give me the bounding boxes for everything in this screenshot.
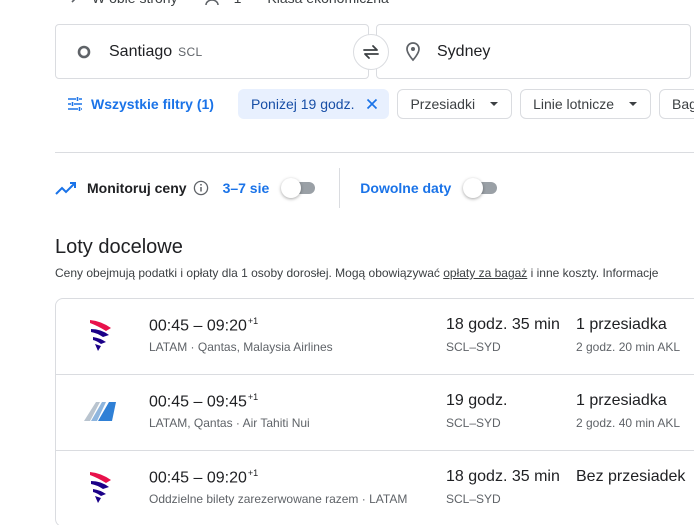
- swap-button[interactable]: [353, 34, 389, 70]
- flight-stops: 1 przesiadka: [576, 316, 667, 333]
- toggle-knob: [281, 178, 302, 198]
- airline-names: Oddzielne bilety zarezerwowane razem · L…: [149, 492, 408, 506]
- arrows-icon: [71, 0, 76, 3]
- subtitle-text: Ceny obejmują podatki i opłaty dla 1 oso…: [55, 266, 440, 280]
- any-dates-label: Dowolne daty: [360, 180, 452, 196]
- air-tahiti-nui-logo-icon: [82, 393, 118, 429]
- flight-route: SCL–SYD: [446, 416, 501, 430]
- latam-logo-icon: [82, 469, 118, 505]
- all-filters-button[interactable]: Wszystkie filtry (1): [67, 96, 214, 112]
- chip-duration-label: Poniżej 19 godz.: [250, 96, 355, 112]
- trending-up-icon: [55, 182, 76, 195]
- destination-input[interactable]: Sydney: [376, 24, 691, 79]
- flight-times: 00:45 – 09:45+1: [149, 392, 258, 411]
- flight-times: 00:45 – 09:20+1: [149, 316, 258, 335]
- info-icon[interactable]: [193, 180, 209, 196]
- all-filters-label: Wszystkie filtry (1): [91, 96, 214, 112]
- departure-arrival: 00:45 – 09:20: [149, 317, 247, 335]
- layover-info: 2 godz. 20 min AKL: [576, 340, 681, 354]
- origin-circle-icon: [77, 45, 91, 58]
- day-offset: +1: [247, 316, 259, 326]
- vertical-divider: [339, 168, 341, 208]
- flight-row[interactable]: 00:45 – 09:20+1 Oddzielne bilety zarezer…: [56, 451, 694, 525]
- latam-logo-icon: [82, 317, 118, 353]
- any-dates-toggle[interactable]: [463, 178, 499, 198]
- person-icon: [204, 0, 219, 6]
- tracked-dates: 3–7 sie: [222, 180, 270, 196]
- section-divider: [55, 152, 694, 153]
- close-icon[interactable]: [366, 98, 378, 110]
- chip-bags-filter[interactable]: Bag: [659, 89, 694, 119]
- chip-stops-filter[interactable]: Przesiadki: [397, 89, 513, 119]
- flight-times: 00:45 – 09:20+1: [149, 468, 258, 487]
- tune-icon: [68, 97, 82, 111]
- price-tracking-bar: Monitoruj ceny 3–7 sie Dowolne daty: [55, 168, 499, 208]
- subtitle-text-end: i inne koszty. Informacje: [530, 266, 659, 280]
- trip-type-select[interactable]: W obie strony: [62, 0, 178, 6]
- airline-names: LATAM · Qantas, Malaysia Airlines: [149, 340, 333, 354]
- results-subtitle: Ceny obejmują podatki i opłaty dla 1 oso…: [55, 266, 694, 280]
- chip-bags-label: Bag: [672, 96, 694, 112]
- airline-names: LATAM, Qantas · Air Tahiti Nui: [149, 416, 310, 430]
- flight-route: SCL–SYD: [446, 492, 501, 506]
- trip-type-label: W obie strony: [92, 0, 178, 6]
- origin-input[interactable]: Santiago SCL: [55, 24, 369, 79]
- departure-arrival: 00:45 – 09:20: [149, 469, 247, 487]
- trip-options-row: W obie strony 1 Klasa ekonomiczna: [62, 0, 415, 8]
- flight-duration: 19 godz.: [446, 392, 508, 409]
- day-offset: +1: [247, 468, 259, 478]
- flight-duration: 18 godz. 35 min: [446, 468, 560, 485]
- results-title: Loty docelowe: [55, 236, 183, 258]
- flight-row[interactable]: 00:45 – 09:45+1 LATAM, Qantas · Air Tahi…: [56, 375, 694, 451]
- flight-row[interactable]: 00:45 – 09:20+1 LATAM · Qantas, Malaysia…: [56, 299, 694, 375]
- destination-city: Sydney: [437, 42, 491, 60]
- layover-info: 2 godz. 40 min AKL: [576, 416, 681, 430]
- origin-city: Santiago: [109, 42, 173, 60]
- filters-bar: Wszystkie filtry (1) Poniżej 19 godz. Pr…: [55, 89, 694, 119]
- toggle-knob: [463, 178, 484, 198]
- chip-duration-filter[interactable]: Poniżej 19 godz.: [237, 89, 390, 119]
- swap-arrows-icon: [363, 45, 379, 59]
- chip-airlines-label: Linie lotnicze: [533, 96, 614, 112]
- flight-duration: 18 godz. 35 min: [446, 316, 560, 333]
- baggage-fees-link[interactable]: opłaty za bagaż: [443, 266, 527, 280]
- caret-down-icon: [629, 102, 637, 106]
- flight-stops: 1 przesiadka: [576, 392, 667, 409]
- track-dates-toggle[interactable]: [281, 178, 317, 198]
- caret-down-icon: [490, 102, 499, 106]
- cabin-class-label: Klasa ekonomiczna: [267, 0, 388, 6]
- origin-code: SCL: [178, 44, 203, 59]
- day-offset: +1: [247, 392, 259, 402]
- passengers-select[interactable]: 1: [204, 0, 242, 6]
- track-prices-label: Monitoruj ceny: [87, 180, 187, 196]
- cabin-class-select[interactable]: Klasa ekonomiczna: [267, 0, 388, 6]
- chip-airlines-filter[interactable]: Linie lotnicze: [520, 89, 651, 119]
- flight-route: SCL–SYD: [446, 340, 501, 354]
- departure-arrival: 00:45 – 09:45: [149, 393, 247, 411]
- chip-stops-label: Przesiadki: [410, 96, 476, 112]
- passengers-count: 1: [234, 0, 242, 6]
- flight-stops: Bez przesiadek: [576, 468, 686, 485]
- location-pin-icon: [406, 41, 420, 61]
- flight-results-list: 00:45 – 09:20+1 LATAM · Qantas, Malaysia…: [55, 298, 694, 525]
